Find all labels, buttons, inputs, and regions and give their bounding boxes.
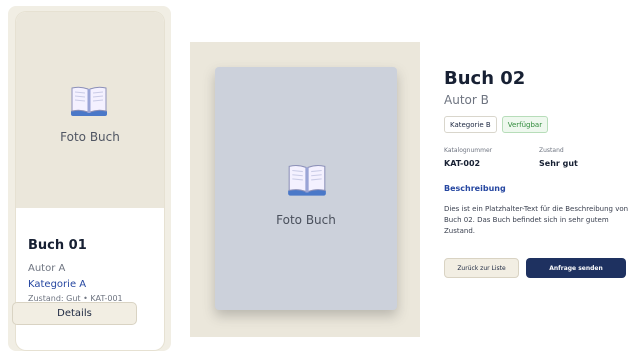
description-text: Dies ist ein Platzhalter-Text für die Be… — [444, 205, 629, 235]
book-icon — [288, 164, 326, 196]
catalog-number-value: KAT-002 — [444, 159, 481, 168]
book-detail-panel: Foto Buch Buch 02 Autor B Kategorie B Ve… — [190, 42, 639, 337]
book-category: Kategorie A — [28, 279, 87, 290]
status-badge: Verfügbar — [501, 116, 549, 133]
book-card-info: Buch 01 Autor A Kategorie A Zustand: Gut… — [28, 238, 154, 304]
send-request-button[interactable]: Anfrage senden — [526, 258, 626, 278]
book-author: Autor B — [444, 93, 489, 107]
book-photo-placeholder: Foto Buch — [215, 67, 397, 310]
photo-label: Foto Buch — [60, 130, 120, 144]
condition-label: Zustand — [539, 147, 564, 154]
catalog-number-label: Katalognummer — [444, 147, 493, 154]
condition-value: Sehr gut — [539, 159, 578, 168]
book-photo-placeholder: Foto Buch — [16, 12, 164, 208]
book-author: Autor A — [28, 263, 66, 274]
back-to-list-button[interactable]: Zurück zur Liste — [444, 258, 519, 278]
details-button[interactable]: Details — [12, 302, 137, 325]
photo-label: Foto Buch — [276, 213, 336, 227]
book-icon — [71, 86, 107, 116]
detail-photo-backdrop: Foto Buch — [190, 42, 420, 337]
category-badge: Kategorie B — [444, 116, 497, 133]
page-title: Buch 02 — [444, 68, 526, 89]
book-title: Buch 01 — [28, 238, 87, 253]
description-heading: Beschreibung — [444, 184, 506, 193]
book-card: Foto Buch Buch 01 Autor A Kategorie A Zu… — [16, 12, 164, 350]
badge-row: Kategorie B Verfügbar — [444, 116, 549, 133]
